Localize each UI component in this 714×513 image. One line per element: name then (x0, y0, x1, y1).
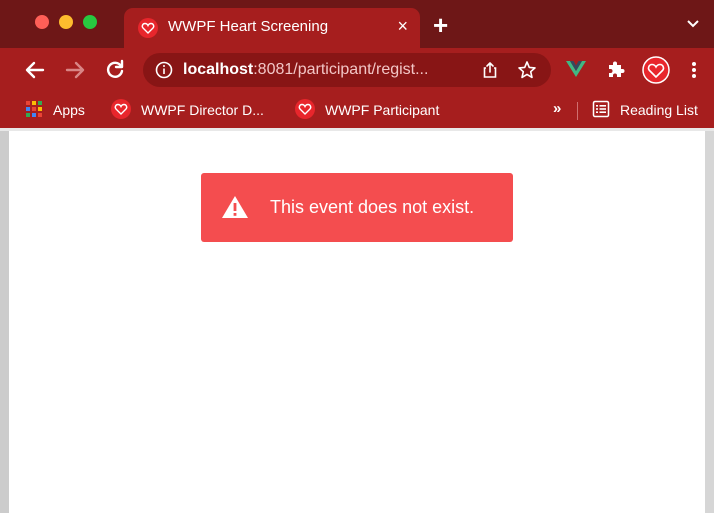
browser-window: WWPF Heart Screening × + localhost:8081/… (0, 0, 714, 513)
error-alert: This event does not exist. (201, 173, 513, 242)
new-tab-button[interactable]: + (433, 12, 448, 38)
close-window-button[interactable] (35, 15, 49, 29)
forward-arrow-icon[interactable] (64, 59, 86, 86)
site-info-icon[interactable] (155, 61, 173, 84)
heart-logo-icon (295, 98, 325, 122)
address-bar[interactable]: localhost:8081/participant/regist... (143, 53, 551, 87)
bookmark-apps[interactable]: Apps (25, 100, 85, 120)
reading-list-button[interactable]: Reading List (592, 100, 698, 120)
toolbar: localhost:8081/participant/regist... (0, 48, 714, 92)
desktop-edge-right (705, 131, 714, 513)
tab-wwpf-heart-screening[interactable]: WWPF Heart Screening × (124, 8, 420, 48)
url-path: :8081/participant/regist... (253, 61, 429, 78)
page-content: This event does not exist. (9, 131, 705, 513)
profile-avatar-icon[interactable] (642, 56, 670, 89)
heart-logo-icon (111, 98, 141, 122)
more-bookmarks-button[interactable]: » (553, 100, 561, 117)
bookmarks-divider (577, 102, 578, 120)
reading-list-label: Reading List (620, 102, 698, 118)
alert-message: This event does not exist. (270, 197, 475, 217)
vue-devtools-icon[interactable] (566, 60, 586, 83)
tab-close-button[interactable]: × (397, 15, 408, 37)
reload-icon[interactable] (104, 59, 126, 86)
kebab-menu-icon[interactable] (690, 61, 698, 84)
url-host: localhost (183, 61, 254, 78)
warning-icon (221, 195, 249, 224)
share-icon[interactable] (481, 61, 499, 84)
tab-strip: WWPF Heart Screening × + (0, 0, 714, 48)
bookmark-label: Apps (53, 102, 85, 118)
bookmark-label: WWPF Director D... (141, 102, 264, 118)
bookmark-wwpf-participant[interactable]: WWPF Participant (295, 98, 440, 122)
extensions-puzzle-icon[interactable] (606, 59, 626, 84)
back-arrow-icon[interactable] (24, 59, 46, 86)
bookmark-star-icon[interactable] (517, 60, 537, 85)
minimize-window-button[interactable] (59, 15, 73, 29)
bookmarks-bar: Apps WWPF Director D... WWPF Participant… (0, 92, 714, 128)
tab-title: WWPF Heart Screening (168, 18, 329, 35)
heart-logo-icon (138, 18, 158, 43)
tab-search-chevron-icon[interactable] (686, 16, 700, 34)
desktop-edge-left (0, 131, 9, 513)
bookmark-wwpf-director[interactable]: WWPF Director D... (111, 98, 264, 122)
apps-grid-icon (25, 100, 53, 121)
bookmark-label: WWPF Participant (325, 102, 440, 118)
maximize-window-button[interactable] (83, 15, 97, 29)
url-text: localhost:8081/participant/regist... (183, 61, 428, 79)
reading-list-icon (592, 100, 620, 121)
